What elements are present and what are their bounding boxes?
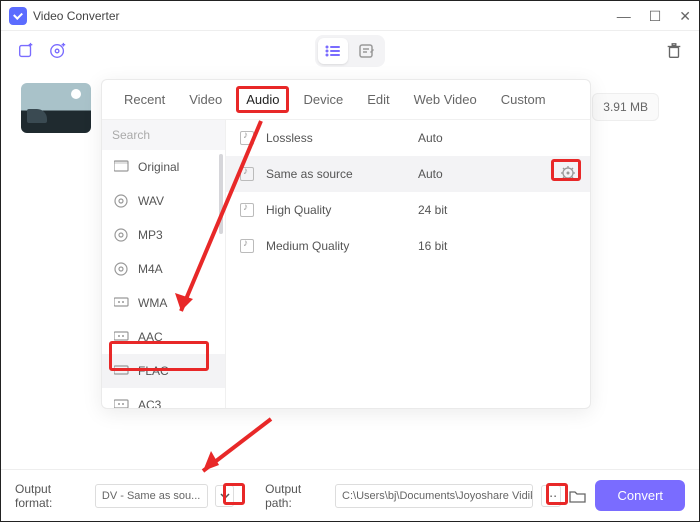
sidebar-item-label: AAC bbox=[138, 330, 163, 344]
sidebar-item-label: FLAC bbox=[138, 364, 169, 378]
quality-list: Lossless Auto Same as source Auto High Q… bbox=[226, 120, 590, 408]
close-button[interactable]: ✕ bbox=[679, 9, 691, 23]
sidebar-item-ac3[interactable]: AC3 bbox=[102, 388, 225, 408]
video-thumbnail[interactable] bbox=[21, 83, 91, 133]
window-title: Video Converter bbox=[33, 9, 120, 23]
format-icon bbox=[114, 330, 130, 344]
quality-name: Medium Quality bbox=[266, 239, 406, 253]
sidebar-item-m4a[interactable]: M4A bbox=[102, 252, 225, 286]
toolbar bbox=[1, 31, 699, 71]
format-icon bbox=[114, 398, 130, 408]
tab-edit[interactable]: Edit bbox=[357, 86, 399, 113]
quality-name: Lossless bbox=[266, 131, 406, 145]
tab-custom[interactable]: Custom bbox=[491, 86, 556, 113]
file-size-label: 3.91 MB bbox=[592, 93, 659, 121]
output-format-value[interactable]: DV - Same as sou... bbox=[95, 484, 208, 508]
quality-value: 16 bit bbox=[418, 239, 518, 253]
list-view-icon[interactable] bbox=[318, 38, 348, 64]
sidebar-item-label: M4A bbox=[138, 262, 163, 276]
open-folder-icon[interactable] bbox=[569, 487, 587, 505]
tab-audio[interactable]: Audio bbox=[236, 86, 289, 113]
settings-icon[interactable] bbox=[560, 165, 576, 184]
output-format-dropdown[interactable] bbox=[215, 485, 234, 507]
tab-recent[interactable]: Recent bbox=[114, 86, 175, 113]
sidebar-item-label: MP3 bbox=[138, 228, 163, 242]
minimize-button[interactable]: — bbox=[617, 9, 631, 23]
audio-file-icon bbox=[240, 239, 254, 253]
search-input[interactable]: Search bbox=[102, 120, 225, 150]
add-file-icon[interactable] bbox=[17, 42, 35, 60]
quality-item-same-as-source[interactable]: Same as source Auto bbox=[226, 156, 590, 192]
sidebar-item-wav[interactable]: WAV bbox=[102, 184, 225, 218]
titlebar: Video Converter — ☐ ✕ bbox=[1, 1, 699, 31]
quality-value: Auto bbox=[418, 167, 518, 181]
format-icon bbox=[114, 194, 130, 208]
sidebar-item-label: WAV bbox=[138, 194, 164, 208]
format-icon bbox=[114, 296, 130, 310]
sidebar-item-label: Original bbox=[138, 160, 179, 174]
format-sidebar: Search Original WAV MP3 M4A WMA AAC FLAC… bbox=[102, 120, 226, 408]
sidebar-item-aac[interactable]: AAC bbox=[102, 320, 225, 354]
quality-value: Auto bbox=[418, 131, 518, 145]
audio-file-icon bbox=[240, 167, 254, 181]
app-logo-icon bbox=[9, 7, 27, 25]
quality-item-medium-quality[interactable]: Medium Quality 16 bit bbox=[226, 228, 590, 264]
format-icon bbox=[114, 228, 130, 242]
sidebar-item-label: AC3 bbox=[138, 398, 161, 408]
maximize-button[interactable]: ☐ bbox=[649, 9, 662, 23]
format-popover: Recent Video Audio Device Edit Web Video… bbox=[101, 79, 591, 409]
sidebar-item-original[interactable]: Original bbox=[102, 150, 225, 184]
browse-button[interactable]: ⋯ bbox=[541, 485, 562, 507]
format-icon bbox=[114, 262, 130, 276]
sidebar-item-mp3[interactable]: MP3 bbox=[102, 218, 225, 252]
sidebar-item-label: WMA bbox=[138, 296, 167, 310]
sidebar-item-flac[interactable]: FLAC bbox=[102, 354, 225, 388]
quality-name: High Quality bbox=[266, 203, 406, 217]
edit-view-icon[interactable] bbox=[352, 38, 382, 64]
quality-value: 24 bit bbox=[418, 203, 518, 217]
format-icon bbox=[114, 160, 130, 174]
sidebar-scrollbar[interactable] bbox=[219, 154, 223, 234]
audio-file-icon bbox=[240, 131, 254, 145]
tab-webvideo[interactable]: Web Video bbox=[404, 86, 487, 113]
output-format-label: Output format: bbox=[15, 482, 87, 510]
output-path-value[interactable]: C:\Users\bj\Documents\Joyoshare Vidik bbox=[335, 484, 533, 508]
output-path-label: Output path: bbox=[265, 482, 327, 510]
bottom-bar: Output format: DV - Same as sou... Outpu… bbox=[1, 469, 699, 521]
quality-item-high-quality[interactable]: High Quality 24 bit bbox=[226, 192, 590, 228]
add-disc-icon[interactable] bbox=[49, 42, 67, 60]
delete-icon[interactable] bbox=[665, 42, 683, 60]
format-tabs: Recent Video Audio Device Edit Web Video… bbox=[102, 80, 590, 120]
tab-video[interactable]: Video bbox=[179, 86, 232, 113]
format-icon bbox=[114, 364, 130, 378]
quality-name: Same as source bbox=[266, 167, 406, 181]
audio-file-icon bbox=[240, 203, 254, 217]
quality-item-lossless[interactable]: Lossless Auto bbox=[226, 120, 590, 156]
sidebar-item-wma[interactable]: WMA bbox=[102, 286, 225, 320]
tab-device[interactable]: Device bbox=[293, 86, 353, 113]
convert-button[interactable]: Convert bbox=[595, 480, 685, 511]
